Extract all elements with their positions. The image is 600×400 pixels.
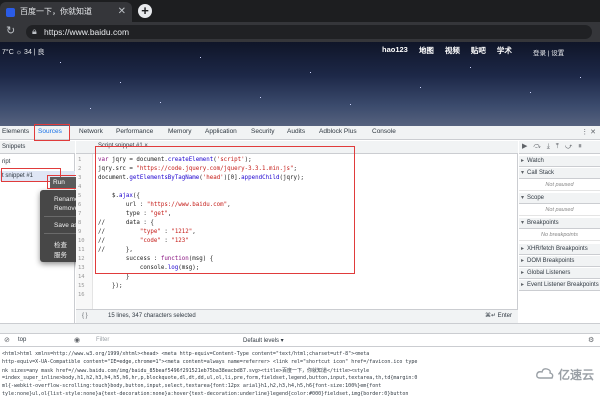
tab-performance[interactable]: Performance: [116, 128, 153, 135]
console-output-line: nk sizes=any mask href=//www.baidu.com/i…: [2, 368, 370, 374]
run-highlight-box: [47, 175, 77, 189]
tab-console[interactable]: Console: [372, 128, 396, 135]
section-event-listener-breakpoints[interactable]: Event Listener Breakpoints: [519, 280, 600, 291]
console-output-line: =index_super_inline>body,h1,h2,h3,h4,h5,…: [2, 375, 418, 381]
code-highlight-box: [95, 146, 355, 274]
nav-link-hao123[interactable]: hao123: [382, 45, 408, 56]
section-call-stack[interactable]: Call Stack: [519, 168, 600, 179]
tab-adblock-plus[interactable]: Adblock Plus: [319, 128, 357, 135]
context-menu-remove[interactable]: Remove: [54, 205, 78, 212]
breakpoints-status: No breakpoints: [519, 229, 600, 241]
console-output-line: <html>html xmlns=http://www.w3.org/1999/…: [2, 351, 370, 357]
browser-tabstrip: 百度一下，你就知道 ✕ +: [0, 0, 600, 22]
baidu-page: 7°C ☼ 34 | 良 hao123 地图 视频 贴吧 学术 登录 | 设置: [0, 42, 600, 126]
console-output-line: tyle:none}ul,ol{list-style:none}a{text-d…: [2, 391, 409, 397]
debugger-controls[interactable]: ▶ ⤼ ⤓ ⤒ ⤻ ⏸: [519, 141, 600, 154]
eye-icon[interactable]: ◉: [74, 336, 80, 344]
tab-security[interactable]: Security: [251, 128, 274, 135]
call-stack-status: Not paused: [519, 179, 600, 191]
code-line[interactable]: }: [98, 274, 130, 280]
nav-link-tieba[interactable]: 贴吧: [471, 45, 486, 56]
pretty-print-icon[interactable]: { }: [82, 310, 88, 323]
section-watch[interactable]: Watch: [519, 156, 600, 167]
tab-network[interactable]: Network: [79, 128, 103, 135]
cloud-logo-icon: [536, 368, 554, 379]
nav-link-video[interactable]: 视频: [445, 45, 460, 56]
reload-icon[interactable]: ↻: [6, 24, 15, 37]
sources-highlight-box: [34, 124, 70, 141]
tab-audits[interactable]: Audits: [287, 128, 305, 135]
weather-widget[interactable]: 7°C ☼ 34 | 良: [2, 47, 45, 57]
browser-toolbar: ↻ 🔒︎ https://www.baidu.com: [0, 22, 600, 42]
watermark: 亿速云: [534, 363, 600, 383]
navigator-row[interactable]: ript: [0, 157, 75, 167]
address-bar-url: https://www.baidu.com: [44, 27, 130, 37]
context-menu-inspect[interactable]: 检查: [54, 239, 67, 249]
run-shortcut-hint[interactable]: ⌘↵ Enter: [485, 310, 512, 323]
scope-status: Not paused: [519, 204, 600, 216]
address-bar[interactable]: 🔒︎ https://www.baidu.com: [26, 25, 592, 39]
section-scope[interactable]: Scope: [519, 193, 600, 204]
drawer-tabbar: [0, 323, 600, 333]
lock-icon: 🔒︎: [32, 26, 37, 36]
nav-link-map[interactable]: 地图: [419, 45, 434, 56]
section-dom-breakpoints[interactable]: DOM Breakpoints: [519, 256, 600, 267]
section-breakpoints[interactable]: Breakpoints: [519, 218, 600, 229]
log-levels-select[interactable]: Default levels ▾: [243, 337, 284, 344]
new-tab-button[interactable]: +: [138, 4, 152, 18]
navigator-header[interactable]: Snippets: [0, 141, 75, 154]
context-menu-services[interactable]: 服务: [54, 249, 67, 259]
devtools-tabbar: Elements Sources Network Performance Mem…: [0, 126, 600, 140]
context-select[interactable]: top: [18, 337, 26, 343]
console-filter-input[interactable]: Filter: [96, 337, 109, 343]
selection-status: 15 lines, 347 characters selected: [108, 313, 196, 319]
console-output-line: ml{-webkit-overflow-scrolling:touch}body…: [2, 383, 382, 389]
tab-memory[interactable]: Memory: [168, 128, 191, 135]
devtools-menu-icons[interactable]: ⋮ ✕: [581, 128, 596, 136]
tab-elements[interactable]: Elements: [2, 128, 29, 135]
tab-application[interactable]: Application: [205, 128, 237, 135]
console-settings-icon[interactable]: ⚙: [588, 336, 594, 344]
browser-tab[interactable]: 百度一下，你就知道 ✕: [0, 2, 132, 22]
console-toolbar: ⊘ top ◉ Filter Default levels ▾ ⚙: [0, 333, 600, 347]
clear-console-icon[interactable]: ⊘: [4, 336, 10, 344]
console-output-line: http-equiv=X-UA-Compatible content="IE=e…: [2, 359, 418, 365]
code-line[interactable]: });: [98, 283, 122, 289]
section-xhr-breakpoints[interactable]: XHR/fetch Breakpoints: [519, 244, 600, 255]
line-number-gutter: 1 2 3 4 5 6 7 8 9 10 11 12 13 14 15 16: [76, 154, 93, 309]
browser-tab-title: 百度一下，你就知道: [20, 7, 92, 16]
tab-close-icon[interactable]: ✕: [118, 2, 126, 22]
section-global-listeners[interactable]: Global Listeners: [519, 268, 600, 279]
editor-statusbar: { } 15 lines, 347 characters selected ⌘↵…: [76, 309, 518, 323]
login-settings[interactable]: 登录 | 设置: [533, 47, 564, 57]
baidu-favicon-icon: [6, 8, 15, 17]
baidu-nav-links: hao123 地图 视频 贴吧 学术: [382, 45, 512, 56]
watermark-text: 亿速云: [558, 368, 595, 382]
debugger-sidebar: ▶ ⤼ ⤓ ⤒ ⤻ ⏸ Watch Call Stack Not paused …: [519, 141, 600, 323]
nav-link-academic[interactable]: 学术: [497, 45, 512, 56]
